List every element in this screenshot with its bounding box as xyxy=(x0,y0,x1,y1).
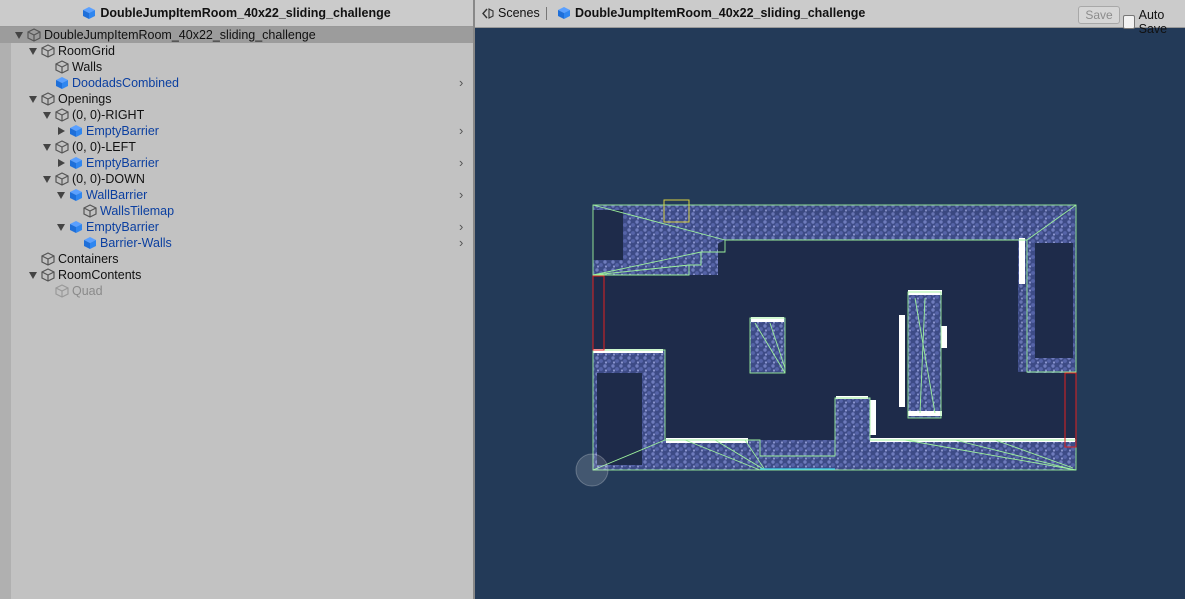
tree-row-wallstilemap[interactable]: WallsTilemap xyxy=(0,203,473,219)
tree-row-opening-left[interactable]: (0, 0)-LEFT xyxy=(0,139,473,155)
hierarchy-header: DoubleJumpItemRoom_40x22_sliding_challen… xyxy=(0,0,473,27)
prefab-cube-icon xyxy=(70,189,82,201)
tree-row-opening-down[interactable]: (0, 0)-DOWN xyxy=(0,171,473,187)
tree-row-label: WallBarrier xyxy=(86,188,148,202)
cube-outline-icon xyxy=(41,252,55,266)
prefab-cube-icon xyxy=(84,237,96,249)
hierarchy-tree: DoubleJumpItemRoom_40x22_sliding_challen… xyxy=(0,27,473,299)
chevron-right-icon[interactable]: › xyxy=(459,235,463,251)
prefab-cube-icon xyxy=(83,7,96,19)
prefab-cube-icon xyxy=(56,77,68,89)
tree-row-containers[interactable]: Containers xyxy=(0,251,473,267)
cube-outline-icon xyxy=(55,172,69,186)
breadcrumb-separator xyxy=(546,7,547,20)
tree-row-label: Openings xyxy=(58,92,112,106)
fold-arrow-icon[interactable] xyxy=(29,48,37,55)
tree-row-emptybarrier-right[interactable]: EmptyBarrier › xyxy=(0,123,473,139)
prefab-cube-icon xyxy=(70,221,82,233)
tree-row-label: (0, 0)-LEFT xyxy=(72,140,136,154)
save-button[interactable]: Save xyxy=(1078,6,1120,24)
tree-row-label: EmptyBarrier xyxy=(86,220,159,234)
scene-viewport[interactable] xyxy=(475,28,1185,599)
cube-outline-icon xyxy=(55,60,69,74)
scenes-breadcrumb[interactable]: Scenes xyxy=(481,6,540,20)
tree-row-emptybarrier-down[interactable]: EmptyBarrier › xyxy=(0,219,473,235)
cube-outline-icon xyxy=(41,44,55,58)
fold-arrow-icon[interactable] xyxy=(29,96,37,103)
fold-arrow-icon[interactable] xyxy=(43,176,51,183)
tree-row-label: Barrier-Walls xyxy=(100,236,172,250)
chevron-right-icon[interactable]: › xyxy=(459,123,463,139)
tree-row-emptybarrier-left[interactable]: EmptyBarrier › xyxy=(0,155,473,171)
tree-row-roomgrid[interactable]: RoomGrid xyxy=(0,43,473,59)
auto-save-checkbox[interactable] xyxy=(1123,15,1135,29)
prefab-cube-icon xyxy=(70,157,82,169)
tree-row-label: Walls xyxy=(72,60,103,74)
chevron-right-icon[interactable]: › xyxy=(459,155,463,171)
tree-row-barrier-walls[interactable]: Barrier-Walls › xyxy=(0,235,473,251)
tree-row-label: EmptyBarrier xyxy=(86,156,159,170)
tree-row-opening-right[interactable]: (0, 0)-RIGHT xyxy=(0,107,473,123)
hierarchy-panel: DoubleJumpItemRoom_40x22_sliding_challen… xyxy=(0,0,473,599)
tree-row-label: Containers xyxy=(58,252,119,266)
chevron-right-icon[interactable]: › xyxy=(459,219,463,235)
tree-row-walls[interactable]: Walls xyxy=(0,59,473,75)
tree-row-roomcontents[interactable]: RoomContents xyxy=(0,267,473,283)
tree-row-label: DoubleJumpItemRoom_40x22_sliding_challen… xyxy=(44,28,316,42)
tree-row-label: DoodadsCombined xyxy=(72,76,180,90)
prefab-cube-icon xyxy=(70,125,82,137)
fold-arrow-icon[interactable] xyxy=(58,127,65,135)
prefab-cube-icon xyxy=(558,7,570,19)
tree-row-quad[interactable]: Quad xyxy=(0,283,473,299)
cube-outline-icon xyxy=(41,92,55,106)
fold-arrow-icon[interactable] xyxy=(43,144,51,151)
fold-arrow-icon[interactable] xyxy=(29,272,37,279)
cube-outline-icon xyxy=(55,284,69,298)
fold-arrow-icon[interactable] xyxy=(15,32,23,39)
tree-row-root[interactable]: DoubleJumpItemRoom_40x22_sliding_challen… xyxy=(0,27,473,43)
tree-row-label: EmptyBarrier xyxy=(86,124,159,138)
hierarchy-title: DoubleJumpItemRoom_40x22_sliding_challen… xyxy=(100,6,391,20)
tree-row-label: Quad xyxy=(72,284,103,298)
fold-arrow-icon[interactable] xyxy=(57,224,65,231)
tree-row-label: (0, 0)-DOWN xyxy=(72,172,145,186)
tree-row-label: RoomContents xyxy=(58,268,142,282)
fold-arrow-icon[interactable] xyxy=(57,192,65,199)
cube-outline-icon xyxy=(41,268,55,282)
scene-view[interactable]: Scenes DoubleJumpItemRoom_40x22_sliding_… xyxy=(475,0,1185,599)
fold-arrow-icon[interactable] xyxy=(58,159,65,167)
tree-row-label: RoomGrid xyxy=(58,44,115,58)
chevron-right-icon[interactable]: › xyxy=(459,187,463,203)
tree-row-openings[interactable]: Openings xyxy=(0,91,473,107)
prefab-title: DoubleJumpItemRoom_40x22_sliding_challen… xyxy=(575,6,866,20)
tree-row-label: WallsTilemap xyxy=(100,204,175,218)
tree-row-wallbarrier[interactable]: WallBarrier › xyxy=(0,187,473,203)
chevron-right-icon[interactable]: › xyxy=(459,75,463,91)
cube-outline-icon xyxy=(55,140,69,154)
scenes-back-icon xyxy=(482,7,494,19)
cube-outline-icon xyxy=(27,28,41,42)
tree-row-doodadscombined[interactable]: DoodadsCombined › xyxy=(0,75,473,91)
scenes-label: Scenes xyxy=(498,6,540,20)
prefab-breadcrumb[interactable]: DoubleJumpItemRoom_40x22_sliding_challen… xyxy=(557,6,865,20)
pivot-gizmo[interactable] xyxy=(575,453,609,487)
tree-row-label: (0, 0)-RIGHT xyxy=(72,108,145,122)
cube-outline-icon xyxy=(83,204,97,218)
scene-toolbar: Scenes DoubleJumpItemRoom_40x22_sliding_… xyxy=(475,0,1185,36)
fold-arrow-icon[interactable] xyxy=(43,112,51,119)
cube-outline-icon xyxy=(55,108,69,122)
